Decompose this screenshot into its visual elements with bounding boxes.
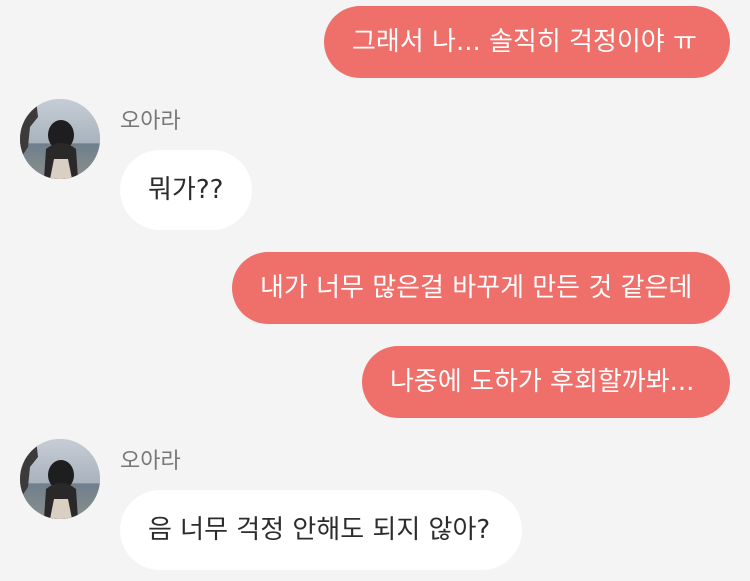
- outgoing-message-bubble[interactable]: 나중에 도하가 후회할까봐...: [362, 346, 730, 418]
- message-text: 뭐가??: [148, 175, 224, 205]
- avatar-photo: [20, 439, 100, 519]
- sender-name: 오아라: [120, 109, 181, 134]
- contact-avatar[interactable]: [20, 439, 100, 519]
- message-text: 내가 너무 많은걸 바꾸게 만든 것 같은데: [260, 273, 693, 303]
- sender-name: 오아라: [120, 449, 181, 474]
- incoming-message-bubble[interactable]: 뭐가??: [120, 150, 252, 230]
- message-text: 음 너무 걱정 안해도 되지 않아?: [148, 515, 491, 545]
- message-text: 나중에 도하가 후회할까봐...: [390, 367, 695, 397]
- outgoing-message-bubble[interactable]: 내가 너무 많은걸 바꾸게 만든 것 같은데: [232, 252, 730, 324]
- message-text: 그래서 나... 솔직히 걱정이야 ㅠ: [352, 27, 697, 57]
- outgoing-message-bubble[interactable]: 그래서 나... 솔직히 걱정이야 ㅠ: [324, 6, 730, 78]
- contact-avatar[interactable]: [20, 99, 100, 179]
- incoming-message-bubble[interactable]: 음 너무 걱정 안해도 되지 않아?: [120, 490, 522, 570]
- avatar-photo: [20, 99, 100, 179]
